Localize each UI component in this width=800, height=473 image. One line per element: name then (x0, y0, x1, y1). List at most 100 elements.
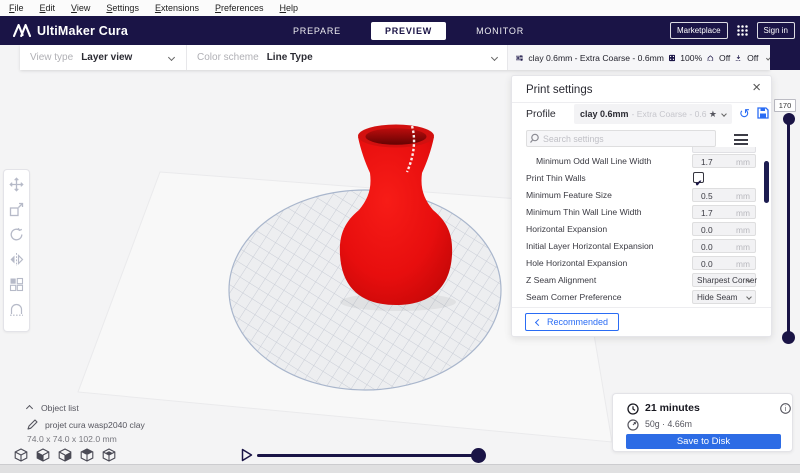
profile-value: clay 0.6mm (580, 109, 629, 119)
tab-monitor[interactable]: MONITOR (470, 22, 530, 40)
color-scheme-label: Color scheme (197, 52, 259, 63)
view-right-icon[interactable] (58, 448, 72, 462)
color-scheme-dropdown[interactable]: Color scheme Line Type (187, 45, 508, 70)
view-front-icon[interactable] (36, 448, 50, 462)
reset-profile-icon[interactable]: ↺ (739, 106, 750, 122)
summary-adhesion: Off (747, 53, 758, 63)
sign-in-button[interactable]: Sign in (757, 22, 795, 39)
material-usage-icon (627, 419, 639, 431)
stage-toolbar: View type Layer view Color scheme Line T… (20, 45, 770, 70)
setting-label: Minimum Thin Wall Line Width (526, 207, 642, 217)
print-time: 21 minutes (645, 402, 700, 414)
svg-text:i: i (785, 406, 787, 413)
edit-pencil-icon (27, 419, 38, 430)
save-to-disk-button[interactable]: Save to Disk (626, 434, 781, 449)
search-icon (527, 133, 543, 144)
print-settings-panel: Print settings × Profile clay 0.6mm - Ex… (511, 75, 772, 337)
setting-row: Print Thin Walls ✔ (512, 171, 762, 186)
menu-extensions[interactable]: Extensions (150, 3, 210, 13)
profile-label: Profile (526, 108, 556, 120)
view-3d-icon[interactable] (14, 448, 28, 462)
setting-input[interactable]: 0.0mm (692, 222, 756, 236)
mirror-tool-button[interactable] (6, 249, 27, 270)
chevron-down-icon (721, 111, 727, 117)
simulation-slider-handle[interactable] (471, 448, 486, 463)
chevron-down-icon (491, 54, 498, 61)
summary-infill: 100% (680, 53, 702, 63)
support-blocker-button[interactable] (6, 299, 27, 320)
save-profile-icon[interactable] (757, 107, 769, 119)
view-type-dropdown[interactable]: View type Layer view (20, 45, 187, 70)
tab-preview[interactable]: PREVIEW (371, 22, 446, 40)
play-button[interactable] (241, 448, 253, 462)
material-usage: 50g · 4.66m (645, 419, 692, 429)
view-left-icon[interactable] (80, 448, 94, 462)
chevron-up-icon (26, 404, 33, 411)
menu-file[interactable]: File (4, 3, 35, 13)
setting-input[interactable]: 1.7mm (692, 205, 756, 219)
chevron-down-icon (746, 294, 752, 300)
setting-input[interactable]: 0.5mm (692, 188, 756, 202)
search-input[interactable] (543, 134, 693, 144)
setting-input[interactable]: 0.0mm (692, 256, 756, 270)
view-top-icon[interactable] (102, 448, 116, 462)
rotate-tool-button[interactable] (6, 224, 27, 245)
print-thin-walls-checkbox[interactable]: ✔ (693, 172, 704, 183)
info-icon[interactable]: i (780, 403, 791, 414)
per-model-settings-button[interactable] (6, 274, 27, 295)
profile-dropdown[interactable]: clay 0.6mm - Extra Coarse - 0.6mm ★ (574, 104, 732, 124)
menu-bar: File Edit View Settings Extensions Prefe… (0, 0, 800, 16)
tool-panel (3, 169, 30, 332)
brand: UltiMaker Cura (13, 24, 128, 38)
check-icon: ✔ (695, 178, 702, 188)
marketplace-button[interactable]: Marketplace (670, 22, 728, 39)
infill-icon (669, 52, 675, 64)
simulation-slider-track[interactable] (257, 454, 479, 457)
move-tool-button[interactable] (6, 174, 27, 195)
panel-scrollbar[interactable] (764, 161, 769, 203)
setting-row: Horizontal Expansion 0.0mm (512, 222, 762, 237)
object-list-toggle[interactable]: Object list (27, 403, 79, 413)
divider (512, 102, 771, 103)
setting-input[interactable]: 1.7mm (692, 154, 756, 168)
setting-label: Minimum Odd Wall Line Width (536, 156, 651, 166)
menu-settings[interactable]: Settings (101, 3, 150, 13)
close-icon[interactable]: × (752, 79, 761, 96)
summary-support: Off (719, 53, 730, 63)
setting-row: Initial Layer Horizontal Expansion 0.0mm (512, 239, 762, 254)
header-corner-fill (770, 45, 800, 70)
divider (512, 307, 771, 308)
setting-label: Horizontal Expansion (526, 224, 607, 234)
object-dimensions: 74.0 x 74.0 x 102.0 mm (27, 434, 117, 444)
layer-slider-bottom-handle[interactable] (782, 331, 795, 344)
print-settings-summary[interactable]: clay 0.6mm - Extra Coarse - 0.6mm 100% O… (508, 45, 770, 70)
setting-label: Seam Corner Preference (526, 292, 622, 302)
color-scheme-value: Line Type (267, 52, 313, 63)
menu-view[interactable]: View (66, 3, 101, 13)
adhesion-icon (735, 52, 742, 64)
stage-tabs: PREPARE PREVIEW MONITOR (287, 16, 530, 45)
layer-number-box[interactable]: 170 (774, 99, 796, 112)
menu-edit[interactable]: Edit (35, 3, 67, 13)
tab-prepare[interactable]: PREPARE (287, 22, 347, 40)
setting-input[interactable]: 0.0mm (692, 239, 756, 253)
setting-select[interactable]: Hide Seam (692, 290, 756, 304)
setting-row: Minimum Odd Wall Line Width 1.7mm (512, 154, 762, 169)
panel-title: Print settings (526, 84, 592, 96)
setting-row: Seam Corner Preference Hide Seam (512, 290, 762, 305)
chevron-down-icon (168, 54, 175, 61)
menu-help[interactable]: Help (275, 3, 310, 13)
setting-row: Minimum Thin Wall Line Width 1.7mm (512, 205, 762, 220)
search-settings-box[interactable] (526, 130, 716, 147)
recommended-mode-button[interactable]: Recommended (525, 313, 619, 331)
setting-select[interactable]: Sharpest Corner (692, 273, 756, 287)
layer-slider-top-handle[interactable] (783, 113, 795, 125)
applications-grid-icon[interactable] (736, 24, 749, 37)
settings-menu-icon[interactable] (734, 134, 748, 148)
menu-preferences[interactable]: Preferences (210, 3, 275, 13)
camera-view-buttons (14, 448, 116, 462)
view-type-value: Layer view (81, 52, 132, 63)
scale-tool-button[interactable] (6, 199, 27, 220)
layer-slider-track[interactable] (787, 119, 790, 339)
object-list-item[interactable]: projet cura wasp2040 clay (27, 419, 145, 430)
